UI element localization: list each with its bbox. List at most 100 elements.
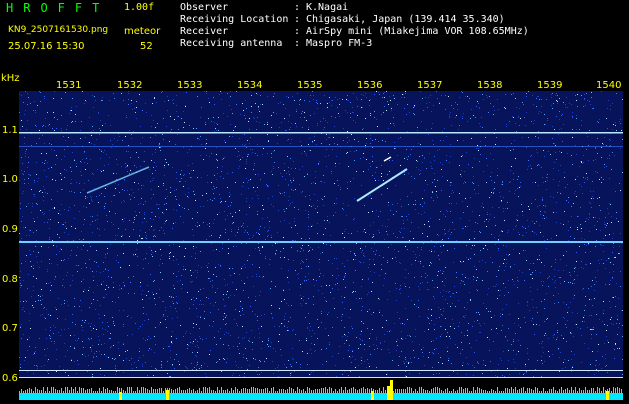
noise-dot bbox=[117, 255, 118, 256]
noise-dot bbox=[588, 160, 589, 161]
noise-dot bbox=[387, 234, 388, 235]
noise-dot bbox=[261, 326, 262, 327]
noise-dot bbox=[116, 173, 117, 174]
noise-dot bbox=[467, 302, 468, 303]
noise-dot bbox=[24, 171, 25, 172]
noise-dot bbox=[342, 336, 343, 337]
noise-dot bbox=[119, 285, 120, 286]
noise-dot bbox=[337, 283, 338, 284]
noise-dot bbox=[497, 168, 498, 169]
noise-dot bbox=[54, 150, 55, 151]
noise-dot bbox=[23, 301, 24, 302]
noise-dot bbox=[108, 326, 109, 327]
noise-dot bbox=[427, 107, 428, 108]
noise-dot bbox=[29, 174, 30, 175]
noise-dot bbox=[598, 371, 599, 372]
noise-dot bbox=[579, 246, 580, 247]
noise-dot bbox=[479, 231, 480, 232]
noise-dot bbox=[129, 194, 130, 195]
noise-dot bbox=[379, 299, 380, 300]
noise-dot bbox=[176, 259, 177, 260]
noise-dot bbox=[61, 159, 62, 160]
noise-dot bbox=[612, 252, 613, 253]
noise-dot bbox=[342, 263, 343, 264]
noise-dot bbox=[304, 117, 305, 118]
noise-dot bbox=[197, 212, 198, 213]
noise-dot bbox=[436, 318, 437, 319]
noise-dot bbox=[142, 324, 143, 325]
noise-dot bbox=[111, 222, 112, 223]
noise-dot bbox=[287, 156, 288, 157]
noise-dot bbox=[422, 155, 423, 156]
noise-dot bbox=[61, 304, 62, 305]
spectrum-bin bbox=[239, 391, 240, 393]
noise-dot bbox=[532, 299, 533, 300]
noise-dot bbox=[448, 358, 449, 359]
noise-dot bbox=[375, 172, 376, 173]
noise-dot bbox=[162, 301, 163, 302]
spectrum-bin bbox=[423, 389, 424, 393]
noise-dot bbox=[563, 302, 564, 303]
noise-dot bbox=[420, 263, 421, 264]
noise-dot bbox=[60, 173, 61, 174]
noise-dot bbox=[44, 143, 45, 144]
spectrum-bin bbox=[453, 389, 454, 393]
noise-dot bbox=[24, 179, 25, 180]
noise-dot bbox=[153, 230, 154, 231]
noise-dot bbox=[349, 345, 350, 346]
noise-dot bbox=[123, 100, 124, 101]
noise-dot bbox=[151, 160, 152, 161]
noise-dot bbox=[165, 310, 166, 311]
x-tick-label: 1531 bbox=[56, 80, 82, 91]
spectrum-bin bbox=[321, 388, 322, 393]
noise-dot bbox=[174, 288, 175, 289]
noise-dot bbox=[247, 156, 248, 157]
noise-dot bbox=[133, 131, 134, 132]
noise-dot bbox=[577, 313, 578, 314]
noise-dot bbox=[337, 180, 338, 181]
noise-dot bbox=[275, 286, 276, 287]
noise-dot bbox=[89, 203, 90, 204]
noise-dot bbox=[350, 151, 351, 152]
noise-dot bbox=[138, 189, 139, 190]
noise-dot bbox=[156, 102, 157, 103]
noise-dot bbox=[582, 163, 583, 164]
spectrum-bin bbox=[45, 391, 46, 393]
noise-dot bbox=[24, 311, 25, 312]
noise-dot bbox=[381, 176, 382, 177]
noise-dot bbox=[349, 140, 350, 141]
spectrum-bin bbox=[489, 391, 490, 393]
noise-dot bbox=[219, 359, 220, 360]
noise-dot bbox=[131, 100, 132, 101]
noise-dot bbox=[200, 155, 201, 156]
noise-dot bbox=[487, 97, 488, 98]
noise-dot bbox=[175, 308, 176, 309]
noise-dot bbox=[26, 129, 27, 130]
noise-dot bbox=[289, 196, 290, 197]
noise-dot bbox=[442, 164, 443, 165]
noise-dot bbox=[487, 212, 488, 213]
noise-dot bbox=[64, 209, 65, 210]
noise-dot bbox=[453, 323, 454, 324]
noise-dot bbox=[51, 144, 52, 145]
noise-dot bbox=[594, 284, 595, 285]
noise-dot bbox=[326, 361, 327, 362]
noise-dot bbox=[516, 225, 517, 226]
noise-dot bbox=[373, 344, 374, 345]
noise-dot bbox=[570, 333, 571, 334]
noise-dot bbox=[401, 216, 402, 217]
noise-dot bbox=[244, 376, 245, 377]
noise-dot bbox=[484, 323, 485, 324]
noise-dot bbox=[334, 183, 335, 184]
noise-dot bbox=[331, 116, 332, 117]
noise-dot bbox=[477, 277, 478, 278]
noise-dot bbox=[135, 211, 136, 212]
noise-dot bbox=[255, 103, 256, 104]
spectrum-bin bbox=[415, 389, 416, 393]
spectrum-bin bbox=[245, 388, 246, 393]
noise-dot bbox=[492, 207, 493, 208]
noise-dot bbox=[584, 310, 585, 311]
spectrum-bin bbox=[565, 389, 566, 393]
noise-dot bbox=[369, 366, 370, 367]
noise-dot bbox=[101, 354, 102, 355]
